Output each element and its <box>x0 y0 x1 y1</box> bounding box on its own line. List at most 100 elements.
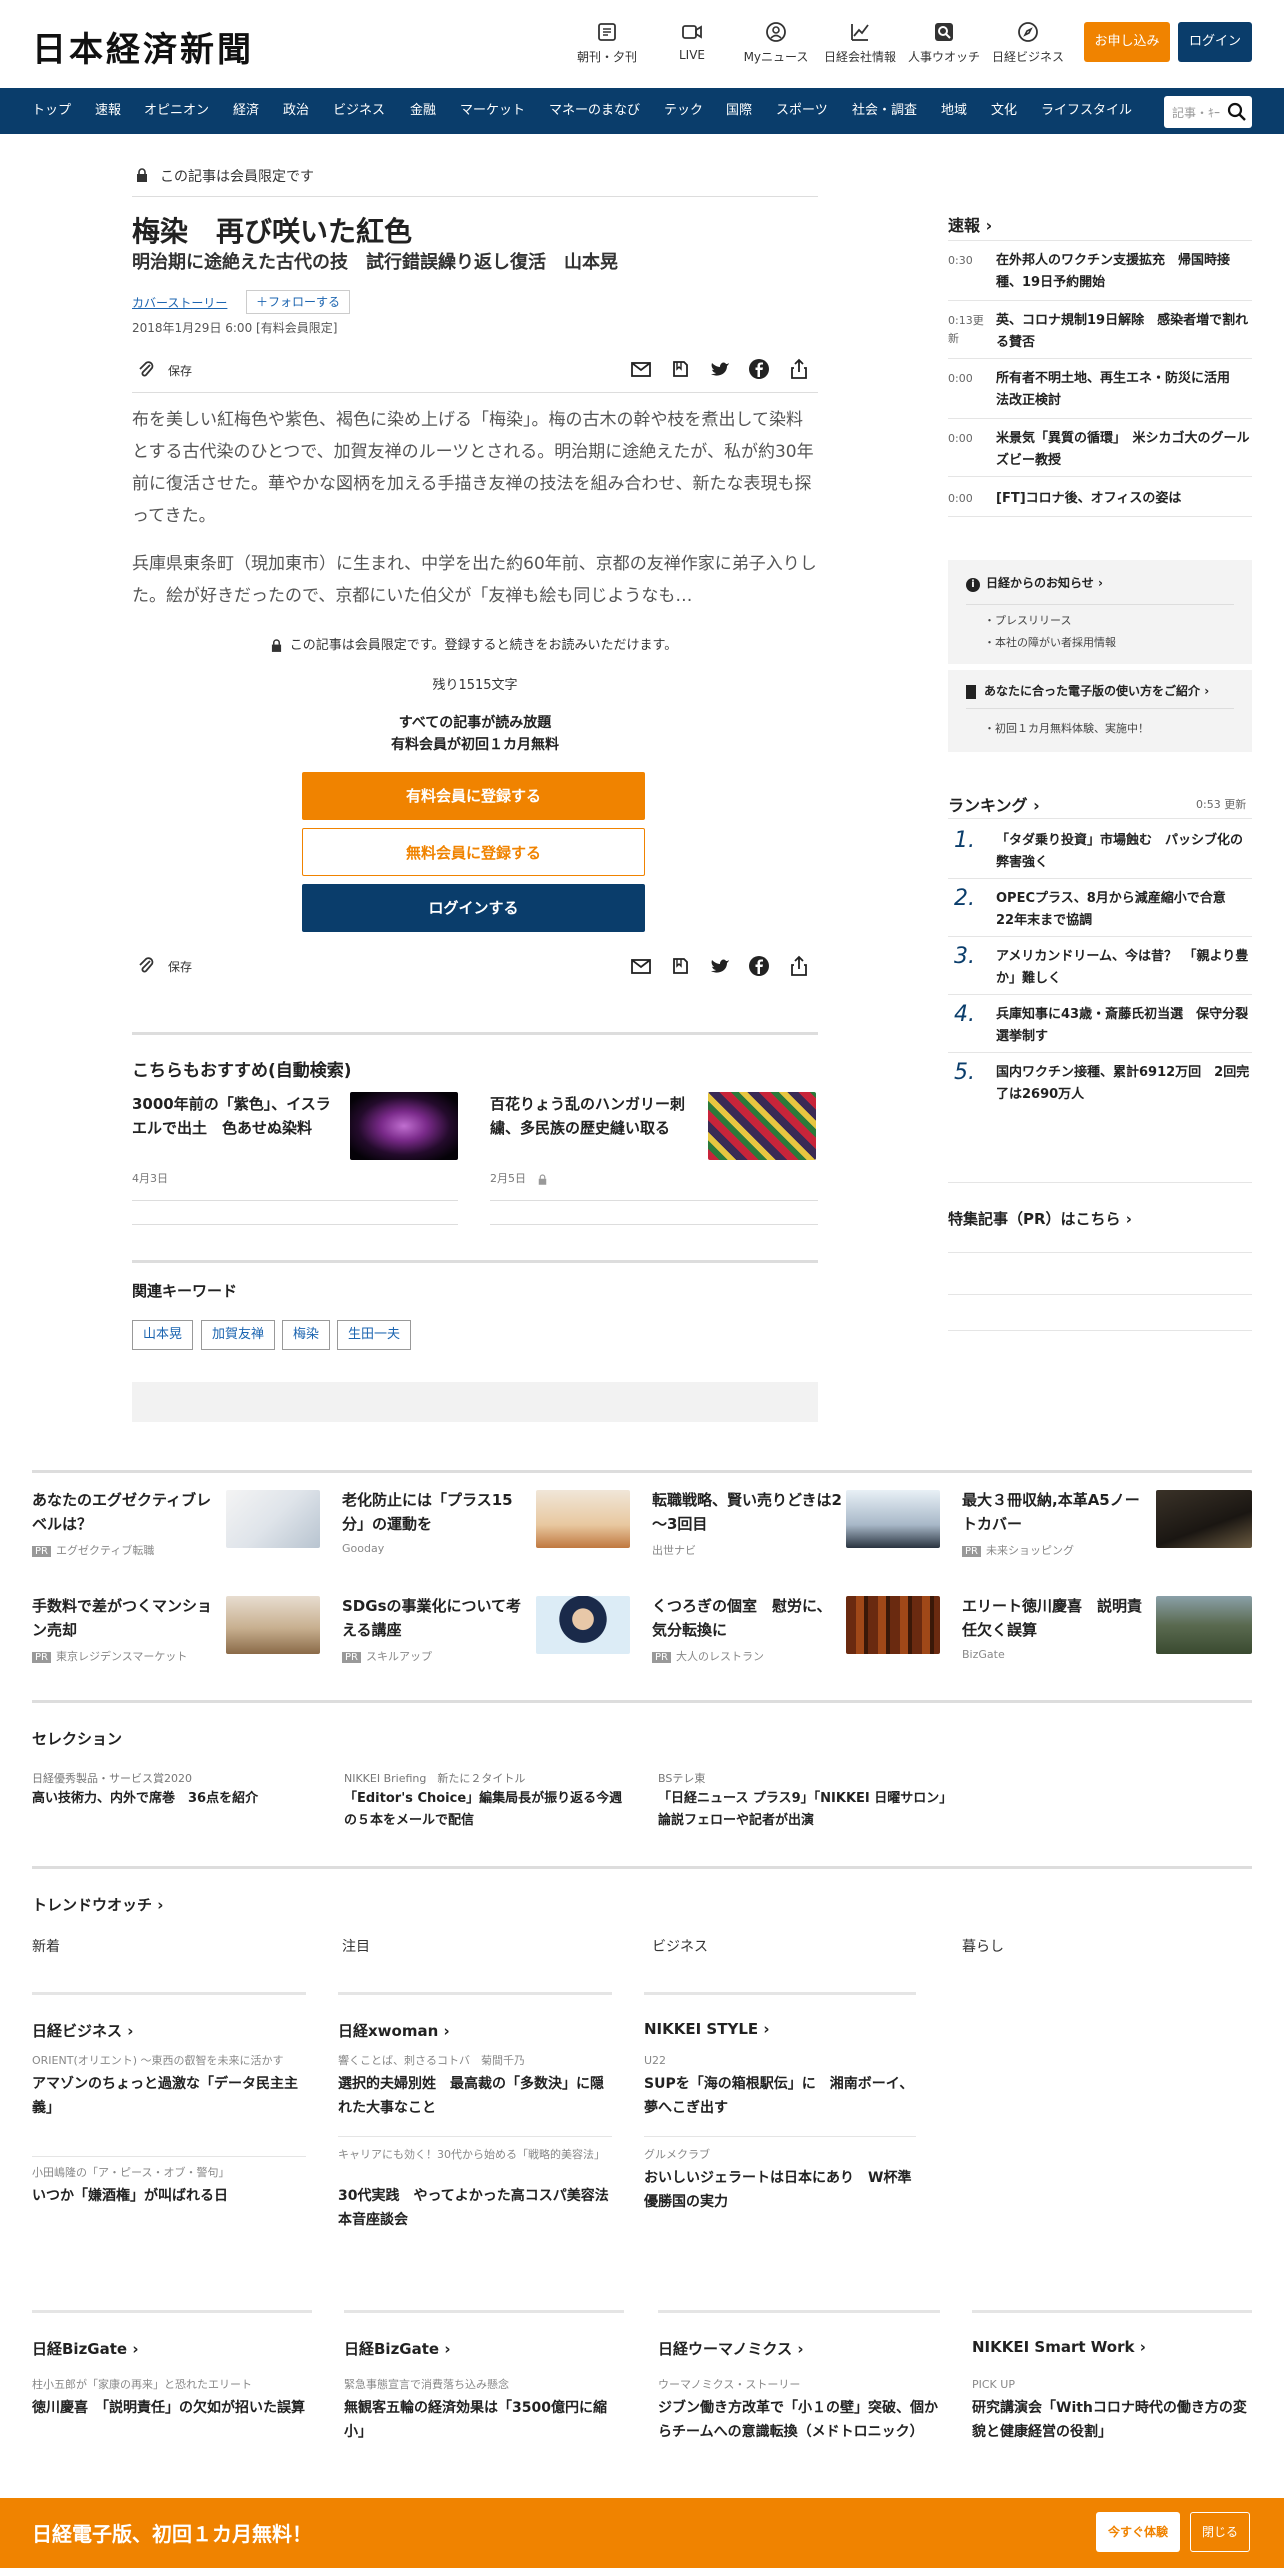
news-item[interactable]: [FT]コロナ後、オフィスの姿は <box>996 488 1254 510</box>
share-icon[interactable] <box>788 358 810 380</box>
selection-item[interactable]: 「Editor's Choice」編集局長が振り返る今週の５本をメールで配信 <box>344 1788 634 1832</box>
pr-thumbnail[interactable] <box>226 1596 320 1654</box>
nav-my-news[interactable]: Myニュース <box>731 20 821 65</box>
media-item[interactable]: アマゾンのちょっと過激な「データ民主主義」 <box>32 2072 306 2120</box>
media-item[interactable]: 無観客五輪の経済効果は「3500億円に縮小」 <box>344 2396 624 2444</box>
facebook-icon[interactable] <box>748 358 770 380</box>
nav-paper-edition[interactable]: 朝刊・夕刊 <box>562 20 652 65</box>
ranking-item[interactable]: アメリカンドリーム、今は昔？ 「親より豊か」難しく <box>996 946 1252 990</box>
trend-column-business[interactable]: ビジネス <box>652 1936 708 1956</box>
trend-column-new[interactable]: 新着 <box>32 1936 60 1956</box>
pr-item-title[interactable]: あなたのエグゼクティブレベルは？ <box>32 1488 222 1536</box>
news-item[interactable]: 英、コロナ規制19日解除 感染者増で割れる賛否 <box>996 310 1254 354</box>
gnav-top[interactable]: トップ <box>32 88 71 134</box>
notice-item[interactable]: ・本社の障がい者採用情報 <box>984 634 1116 650</box>
trend-column-featured[interactable]: 注目 <box>342 1936 370 1956</box>
keyword-tag[interactable]: 加賀友禅 <box>201 1320 276 1350</box>
gnav-politics[interactable]: 政治 <box>283 88 309 134</box>
gnav-opinion[interactable]: オピニオン <box>144 88 209 134</box>
pr-thumbnail[interactable] <box>846 1490 940 1548</box>
guide-heading[interactable]: あなたに合った電子版の使い方をご紹介 › <box>966 682 1209 699</box>
pr-item-title[interactable]: 最大３冊収納,本革A5ノートカバー <box>962 1488 1152 1536</box>
try-now-button[interactable]: 今すぐ体験 <box>1096 2512 1180 2552</box>
media-heading[interactable]: 日経xwoman › <box>338 2020 450 2041</box>
media-item[interactable]: 徳川慶喜 「説明責任」の欠如が招いた誤算 <box>32 2396 312 2420</box>
gnav-tech[interactable]: テック <box>664 88 703 134</box>
gnav-sports[interactable]: スポーツ <box>776 88 828 134</box>
gnav-market[interactable]: マーケット <box>460 88 525 134</box>
recommend-thumbnail[interactable] <box>350 1092 458 1160</box>
pr-item-title[interactable]: くつろぎの個室 慰労に、気分転換に <box>652 1594 842 1642</box>
nav-live[interactable]: LIVE <box>647 20 737 62</box>
gnav-culture[interactable]: 文化 <box>991 88 1017 134</box>
search-icon[interactable] <box>1226 101 1248 123</box>
bookmark-icon[interactable] <box>669 358 691 380</box>
share-icon[interactable] <box>788 955 810 977</box>
keyword-tag[interactable]: 山本晃 <box>132 1320 194 1350</box>
breaking-heading[interactable]: 速報 › <box>948 212 992 236</box>
media-heading[interactable]: 日経BizGate › <box>32 2338 139 2359</box>
recommend-item-title[interactable]: 百花りょう乱のハンガリー刺繍、多民族の歴史縫い取る <box>490 1092 696 1140</box>
gnav-regional[interactable]: 地域 <box>941 88 967 134</box>
pr-item-title[interactable]: 老化防止には「プラス15分」の運動を <box>342 1488 532 1536</box>
selection-item[interactable]: 「日経ニュース プラス9」「NIKKEI 日曜サロン」論説フェローや記者が出演 <box>658 1788 948 1832</box>
recommend-thumbnail[interactable] <box>708 1092 816 1160</box>
ranking-item[interactable]: 「タダ乗り投資」市場蝕む パッシブ化の弊害強く <box>996 830 1252 874</box>
pr-thumbnail[interactable] <box>536 1490 630 1548</box>
search-input[interactable]: 記事・ｷｰ <box>1164 96 1252 128</box>
follow-button[interactable]: ＋フォローする <box>246 290 350 314</box>
bookmark-icon[interactable] <box>669 955 691 977</box>
nikkei-logo[interactable]: 日本経済新聞 <box>32 22 254 71</box>
register-paid-button[interactable]: 有料会員に登録する <box>302 772 645 820</box>
pr-item-title[interactable]: エリート徳川慶喜 説明責任欠く誤算 <box>962 1594 1152 1642</box>
notice-item[interactable]: ・プレスリリース <box>984 612 1071 628</box>
selection-item[interactable]: 高い技術力、内外で席巻 36点を紹介 <box>32 1788 322 1810</box>
media-item[interactable]: いつか「嫌酒権」が叫ばれる日 <box>32 2184 306 2208</box>
pr-item-title[interactable]: SDGsの事業化について考える講座 <box>342 1594 532 1642</box>
pr-thumbnail[interactable] <box>1156 1596 1252 1654</box>
media-item[interactable]: SUPを「海の箱根駅伝」に 湘南ボーイ、夢へこぎ出す <box>644 2072 916 2120</box>
gnav-money[interactable]: マネーのまなび <box>549 88 640 134</box>
pr-features-link[interactable]: 特集記事（PR）はこちら › <box>948 1208 1132 1229</box>
keyword-tag[interactable]: 生田一夫 <box>337 1320 412 1350</box>
twitter-icon[interactable] <box>709 358 731 380</box>
gnav-economy[interactable]: 経済 <box>233 88 259 134</box>
register-free-button[interactable]: 無料会員に登録する <box>302 828 645 876</box>
nav-nikkei-business[interactable]: 日経ビジネス <box>983 20 1073 65</box>
login-button[interactable]: ログイン <box>1178 22 1252 62</box>
media-item[interactable]: 30代実践 やってよかった高コスパ美容法 本音座談会 <box>338 2184 623 2232</box>
media-heading[interactable]: 日経ビジネス › <box>32 2020 133 2041</box>
pr-thumbnail[interactable] <box>226 1490 320 1548</box>
login-cta-button[interactable]: ログインする <box>302 884 645 932</box>
ranking-heading[interactable]: ランキング › <box>948 792 1040 816</box>
gnav-finance[interactable]: 金融 <box>410 88 436 134</box>
save-button[interactable]: 保存 <box>136 361 192 379</box>
ranking-item[interactable]: 兵庫知事に43歳・斎藤氏初当選 保守分裂選挙制す <box>996 1004 1252 1048</box>
gnav-business[interactable]: ビジネス <box>333 88 385 134</box>
guide-item[interactable]: ・初回１カ月無料体験、実施中！ <box>984 720 1149 736</box>
keyword-tag[interactable]: 梅染 <box>282 1320 331 1350</box>
gnav-breaking[interactable]: 速報 <box>95 88 121 134</box>
category-link[interactable]: カバーストーリー <box>132 294 227 311</box>
gnav-international[interactable]: 国際 <box>726 88 752 134</box>
pr-item-title[interactable]: 転職戦略、賢い売りどきは2～3回目 <box>652 1488 842 1536</box>
twitter-icon[interactable] <box>709 955 731 977</box>
pr-thumbnail[interactable] <box>536 1596 630 1654</box>
gnav-society[interactable]: 社会・調査 <box>852 88 917 134</box>
nav-company-info[interactable]: 日経会社情報 <box>815 20 905 65</box>
news-item[interactable]: 米景気「異質の循環」 米シカゴ大のグールズビー教授 <box>996 428 1254 472</box>
pr-item-title[interactable]: 手数料で差がつくマンション売却 <box>32 1594 222 1642</box>
nav-personnel-watch[interactable]: 人事ウオッチ <box>899 20 989 65</box>
media-item[interactable]: 研究講演会「Withコロナ時代の働き方の変貌と健康経営の役割」 <box>972 2396 1252 2444</box>
pr-thumbnail[interactable] <box>846 1596 940 1654</box>
mail-icon[interactable] <box>630 955 652 977</box>
pr-thumbnail[interactable] <box>1156 1490 1252 1548</box>
apply-button[interactable]: お申し込み <box>1084 22 1170 62</box>
close-banner-button[interactable]: 閉じる <box>1190 2512 1250 2552</box>
save-button[interactable]: 保存 <box>136 957 192 975</box>
trend-heading[interactable]: トレンドウオッチ › <box>32 1894 163 1915</box>
trend-column-living[interactable]: 暮らし <box>962 1936 1004 1956</box>
facebook-icon[interactable] <box>748 955 770 977</box>
media-heading[interactable]: 日経ウーマノミクス › <box>658 2338 804 2359</box>
news-item[interactable]: 在外邦人のワクチン支援拡充 帰国時接種、19日予約開始 <box>996 250 1254 294</box>
